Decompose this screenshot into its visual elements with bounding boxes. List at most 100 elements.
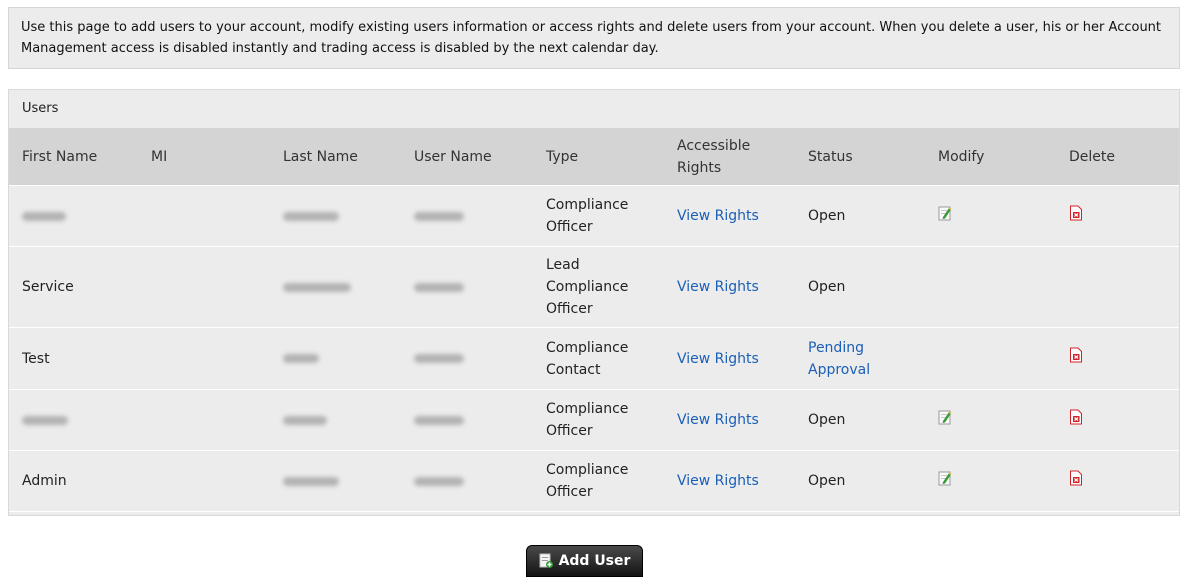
redacted-text — [414, 282, 464, 292]
cell-first-name: Service — [22, 247, 142, 327]
redacted-text — [283, 415, 327, 425]
cell-user-name — [414, 390, 534, 450]
redacted-text — [22, 211, 66, 221]
delete-icon[interactable] — [1069, 409, 1083, 432]
cell-user-name — [414, 247, 534, 327]
cell-mi — [151, 247, 211, 327]
cell-delete — [1069, 328, 1149, 389]
users-table: First Name MI Last Name User Name Type A… — [9, 128, 1179, 512]
cell-type-text: Compliance Officer — [546, 197, 629, 235]
header-accessible-rights: Accessible Rights — [677, 137, 751, 176]
cell-type: Compliance Officer — [546, 451, 656, 511]
cell-status: Open — [808, 451, 918, 511]
header-modify: Modify — [938, 148, 985, 165]
header-mi: MI — [151, 148, 168, 165]
view-rights-link-text[interactable]: View Rights — [677, 409, 759, 431]
cell-type-text: Lead Compliance Officer — [546, 257, 629, 317]
cell-type-text: Compliance Officer — [546, 401, 629, 439]
cell-mi — [151, 390, 211, 450]
header-delete: Delete — [1069, 148, 1115, 165]
cell-first-name — [22, 186, 142, 246]
cell-type-text: Compliance Contact — [546, 339, 629, 378]
edit-icon[interactable] — [938, 470, 952, 493]
cell-user-name — [414, 186, 534, 246]
table-row: Admin Compliance Officer View Rights Open — [9, 451, 1179, 512]
redacted-text — [414, 476, 464, 486]
delete-icon[interactable] — [1069, 347, 1083, 370]
view-rights-link[interactable]: View Rights — [677, 328, 787, 389]
cell-status: Open — [808, 247, 918, 327]
view-rights-link-text[interactable]: View Rights — [677, 276, 759, 298]
header-first-name: First Name — [22, 148, 98, 165]
cell-type: Compliance Officer — [546, 390, 656, 450]
header-user-name: User Name — [414, 148, 492, 165]
header-last-name: Last Name — [283, 148, 358, 165]
cell-delete — [1069, 247, 1149, 327]
redacted-text — [283, 354, 319, 363]
cell-status: Open — [808, 186, 918, 246]
redacted-text — [414, 211, 464, 221]
add-user-icon — [539, 553, 553, 568]
delete-icon[interactable] — [1069, 470, 1083, 493]
cell-last-name — [283, 247, 403, 327]
cell-modify — [938, 451, 1018, 511]
cell-type: Compliance Contact — [546, 328, 656, 389]
view-rights-link[interactable]: View Rights — [677, 451, 787, 511]
table-row: Compliance Officer View Rights Open — [9, 186, 1179, 247]
cell-type: Compliance Officer — [546, 186, 656, 246]
cell-first-name — [22, 390, 142, 450]
table-header: First Name MI Last Name User Name Type A… — [9, 128, 1179, 186]
cell-status[interactable]: Pending Approval — [808, 328, 918, 389]
intro-text: Use this page to add users to your accou… — [8, 7, 1180, 69]
cell-last-name — [283, 390, 403, 450]
panel-title: Users — [22, 101, 59, 116]
cell-user-name — [414, 451, 534, 511]
cell-delete — [1069, 390, 1149, 450]
cell-status-text[interactable]: Pending Approval — [808, 337, 918, 381]
cell-first-name: Admin — [22, 451, 142, 511]
table-row: Test Compliance Contact View Rights Pending… — [9, 328, 1179, 390]
cell-status-text: Open — [808, 473, 846, 489]
cell-type: Lead Compliance Officer — [546, 247, 656, 327]
view-rights-link[interactable]: View Rights — [677, 186, 787, 246]
cell-type-text: Compliance Officer — [546, 462, 629, 500]
redacted-text — [22, 415, 68, 425]
cell-modify — [938, 390, 1018, 450]
header-type: Type — [546, 148, 579, 165]
cell-first-name-text: Admin — [22, 473, 67, 489]
redacted-text — [414, 354, 464, 363]
cell-last-name — [283, 186, 403, 246]
view-rights-link[interactable]: View Rights — [677, 247, 787, 327]
add-user-label: Add User — [558, 553, 631, 569]
table-row: Service Lead Compliance Officer View Right… — [9, 247, 1179, 328]
table-row: Compliance Officer View Rights Open — [9, 390, 1179, 451]
cell-modify — [938, 186, 1018, 246]
cell-status-text: Open — [808, 412, 846, 428]
cell-mi — [151, 451, 211, 511]
view-rights-link[interactable]: View Rights — [677, 390, 787, 450]
redacted-text — [283, 211, 339, 221]
cell-status: Open — [808, 390, 918, 450]
cell-last-name — [283, 328, 403, 389]
cell-status-text: Open — [808, 279, 846, 295]
view-rights-link-text[interactable]: View Rights — [677, 470, 759, 492]
cell-user-name — [414, 328, 534, 389]
add-user-button[interactable]: Add User — [526, 545, 643, 577]
delete-icon[interactable] — [1069, 205, 1083, 228]
view-rights-link-text[interactable]: View Rights — [677, 348, 759, 370]
cell-delete — [1069, 186, 1149, 246]
edit-icon[interactable] — [938, 205, 952, 228]
cell-mi — [151, 186, 211, 246]
redacted-text — [283, 476, 339, 486]
cell-status-text: Open — [808, 208, 846, 224]
cell-first-name-text: Service — [22, 279, 74, 295]
view-rights-link-text[interactable]: View Rights — [677, 205, 759, 227]
users-panel: Users First Name MI Last Name User Name … — [8, 89, 1180, 516]
edit-icon[interactable] — [938, 409, 952, 432]
redacted-text — [283, 282, 351, 292]
cell-delete — [1069, 451, 1149, 511]
cell-modify — [938, 247, 1018, 327]
header-status: Status — [808, 148, 853, 165]
cell-first-name-text: Test — [22, 350, 50, 367]
cell-mi — [151, 328, 211, 389]
